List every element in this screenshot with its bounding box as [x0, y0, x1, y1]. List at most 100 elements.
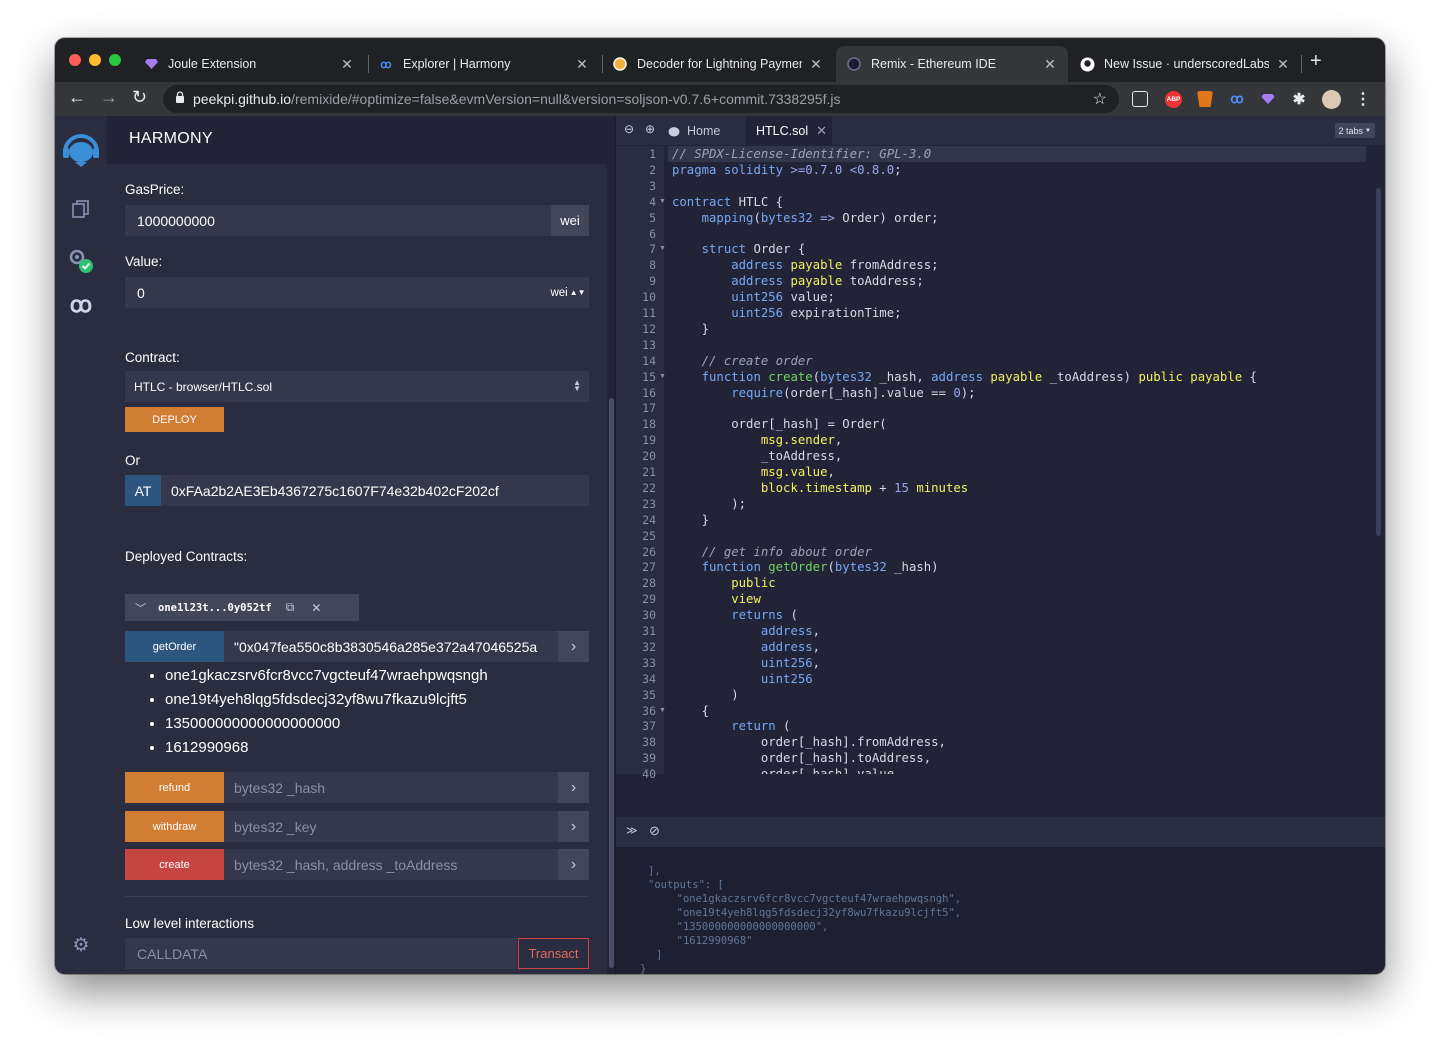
collapse-terminal-icon[interactable]: ≫ — [626, 824, 638, 837]
zoom-in-icon[interactable]: ⊕ — [645, 122, 655, 136]
refund-input[interactable]: bytes32 _hash — [224, 772, 558, 803]
plugin-scrollbar[interactable] — [609, 398, 614, 968]
external-link-icon[interactable]: ⧉ — [286, 600, 295, 615]
code-line: order[_hash].toAddress, — [672, 751, 932, 766]
at-address-button[interactable]: AT — [125, 475, 161, 506]
tab-title: Decoder for Lightning Paymen — [637, 57, 802, 71]
tabs-count-label: 2 tabs — [1338, 125, 1364, 136]
line-number: 30 — [642, 608, 656, 623]
deployed-instance-header[interactable]: ﹀ one1l23t...0y052tf ⧉ ✕ — [125, 594, 359, 621]
close-tab-icon[interactable]: ✕ — [339, 56, 355, 73]
browser-tab-github[interactable]: New Issue · underscoredLabs/ ✕ — [1069, 46, 1301, 82]
bookmark-star-icon[interactable]: ☆ — [1093, 89, 1107, 109]
at-address-input[interactable]: 0xFAa2b2AE3Eb4367275c1607F74e32b402cF202… — [161, 475, 589, 506]
gas-price-input[interactable]: 1000000000 — [125, 205, 551, 236]
menu-icon[interactable]: ⋮ — [1355, 91, 1371, 108]
withdraw-input[interactable]: bytes32 _key — [224, 811, 558, 842]
code-line: } — [672, 512, 710, 527]
settings-gear-icon[interactable]: ⚙ — [55, 934, 107, 957]
close-tab-icon[interactable]: ✕ — [808, 56, 824, 73]
deploy-button[interactable]: DEPLOY — [125, 407, 224, 432]
fold-toggle-icon[interactable]: ▼ — [659, 373, 666, 380]
close-tab-icon[interactable]: ✕ — [1275, 56, 1291, 73]
expand-arrow-icon[interactable]: › — [558, 631, 589, 662]
value-unit-select[interactable]: wei ▲▼ — [547, 277, 589, 308]
line-number: 34 — [642, 671, 656, 686]
terminal-line: } — [640, 963, 647, 974]
create-button[interactable]: create — [125, 849, 224, 880]
close-file-tab-icon[interactable]: ✕ — [816, 123, 827, 139]
url-text: peekpi.github.io/remixide/#optimize=fals… — [193, 91, 840, 107]
get-order-button[interactable]: getOrder — [125, 631, 224, 662]
pocket-icon[interactable] — [1132, 91, 1148, 107]
metamask-icon[interactable] — [1197, 91, 1213, 107]
terminal-resize-bar[interactable] — [616, 796, 1385, 817]
fold-toggle-icon[interactable]: ▼ — [659, 707, 666, 714]
code-line: msg.value, — [760, 465, 835, 479]
joule-icon[interactable] — [1260, 91, 1276, 107]
close-tab-icon[interactable]: ✕ — [1042, 56, 1058, 73]
expand-arrow-icon[interactable]: › — [558, 811, 589, 842]
reload-icon[interactable]: ↻ — [132, 87, 147, 108]
lock-icon — [175, 90, 185, 108]
withdraw-button[interactable]: withdraw — [125, 811, 224, 842]
fold-toggle-icon[interactable]: ▼ — [659, 198, 666, 205]
create-input[interactable]: bytes32 _hash, address _toAddress — [224, 849, 558, 880]
expand-arrow-icon[interactable]: › — [558, 849, 589, 880]
code-line: ); — [672, 496, 747, 511]
home-tab[interactable]: Home — [666, 116, 720, 145]
code-line: ) — [672, 687, 739, 702]
browser-tab-joule[interactable]: Joule Extension ✕ — [133, 46, 365, 82]
close-tab-icon[interactable]: ✕ — [574, 56, 590, 73]
compiler-check-icon[interactable] — [55, 246, 107, 276]
tabs-count-badge[interactable]: 2 tabs ▼ — [1334, 123, 1375, 138]
fold-toggle-icon[interactable]: ▼ — [659, 245, 666, 252]
zoom-window-button[interactable] — [109, 54, 121, 66]
line-number: 18 — [642, 417, 656, 432]
result-item: one19t4yeh8lqg5fdsdecj32yf8wu7fkazu9lcjf… — [165, 688, 488, 712]
new-tab-button[interactable]: + — [1310, 50, 1322, 73]
remix-logo-icon[interactable] — [55, 132, 107, 168]
editor-scrollbar[interactable] — [1376, 188, 1381, 536]
chevron-down-icon[interactable]: ﹀ — [135, 600, 146, 616]
harmony-plugin-icon[interactable]: ꝏ — [55, 292, 107, 318]
file-explorer-icon[interactable] — [55, 199, 107, 219]
browser-tab-decoder[interactable]: Decoder for Lightning Paymen ✕ — [602, 46, 834, 82]
close-window-button[interactable] — [69, 54, 81, 66]
adblock-icon[interactable]: ABP — [1165, 91, 1182, 108]
minimize-window-button[interactable] — [89, 54, 101, 66]
line-number: 22 — [642, 480, 656, 495]
line-number: 37 — [642, 719, 656, 734]
transact-button[interactable]: Transact — [518, 938, 589, 969]
tab-title: Remix - Ethereum IDE — [871, 57, 997, 71]
line-number: 40 — [642, 767, 656, 782]
browser-tab-remix[interactable]: Remix - Ethereum IDE ✕ — [836, 46, 1068, 82]
code-line: view — [731, 592, 761, 607]
value-input[interactable]: 0 — [125, 277, 547, 308]
zoom-out-icon[interactable]: ⊖ — [624, 122, 634, 136]
get-order-input[interactable]: "0x047fea550c8b3830546a285e372a47046525a — [224, 631, 558, 662]
result-item: one1gkaczsrv6fcr8vcc7vgcteuf47wraehpwqsn… — [165, 664, 488, 688]
expand-arrow-icon[interactable]: › — [558, 772, 589, 803]
code-line: // SPDX-License-Identifier: GPL-3.0 — [672, 147, 932, 161]
profile-icon[interactable] — [1322, 90, 1341, 109]
home-tab-label: Home — [687, 123, 721, 138]
harmony-icon[interactable]: ꝏ — [1229, 91, 1245, 107]
forward-icon[interactable]: → — [100, 87, 118, 108]
refund-button[interactable]: refund — [125, 772, 224, 803]
code-line: // create order — [672, 353, 813, 368]
browser-tab-explorer-harmony[interactable]: ꝏ Explorer | Harmony ✕ — [368, 46, 600, 82]
value-label: Value: — [125, 254, 163, 269]
address-bar[interactable]: peekpi.github.io/remixide/#optimize=fals… — [163, 85, 1119, 113]
code-area[interactable]: // SPDX-License-Identifier: GPL-3.0 pragm… — [668, 146, 1366, 774]
clear-console-icon[interactable]: ⊘ — [649, 823, 660, 839]
code-line: uint256 expirationTime; — [731, 306, 902, 320]
code-line: mapping(bytes32 => Order) order; — [701, 210, 939, 225]
contract-select[interactable]: HTLC - browser/HTLC.sol ▲ ▼ — [125, 371, 589, 402]
code-line: return ( — [731, 719, 791, 734]
close-instance-icon[interactable]: ✕ — [311, 601, 321, 615]
file-tab-htlc[interactable]: HTLC.sol ✕ — [746, 116, 832, 145]
calldata-input[interactable]: CALLDATA — [125, 938, 517, 969]
back-icon[interactable]: ← — [68, 87, 86, 108]
extensions-icon[interactable]: ✱ — [1291, 91, 1307, 108]
